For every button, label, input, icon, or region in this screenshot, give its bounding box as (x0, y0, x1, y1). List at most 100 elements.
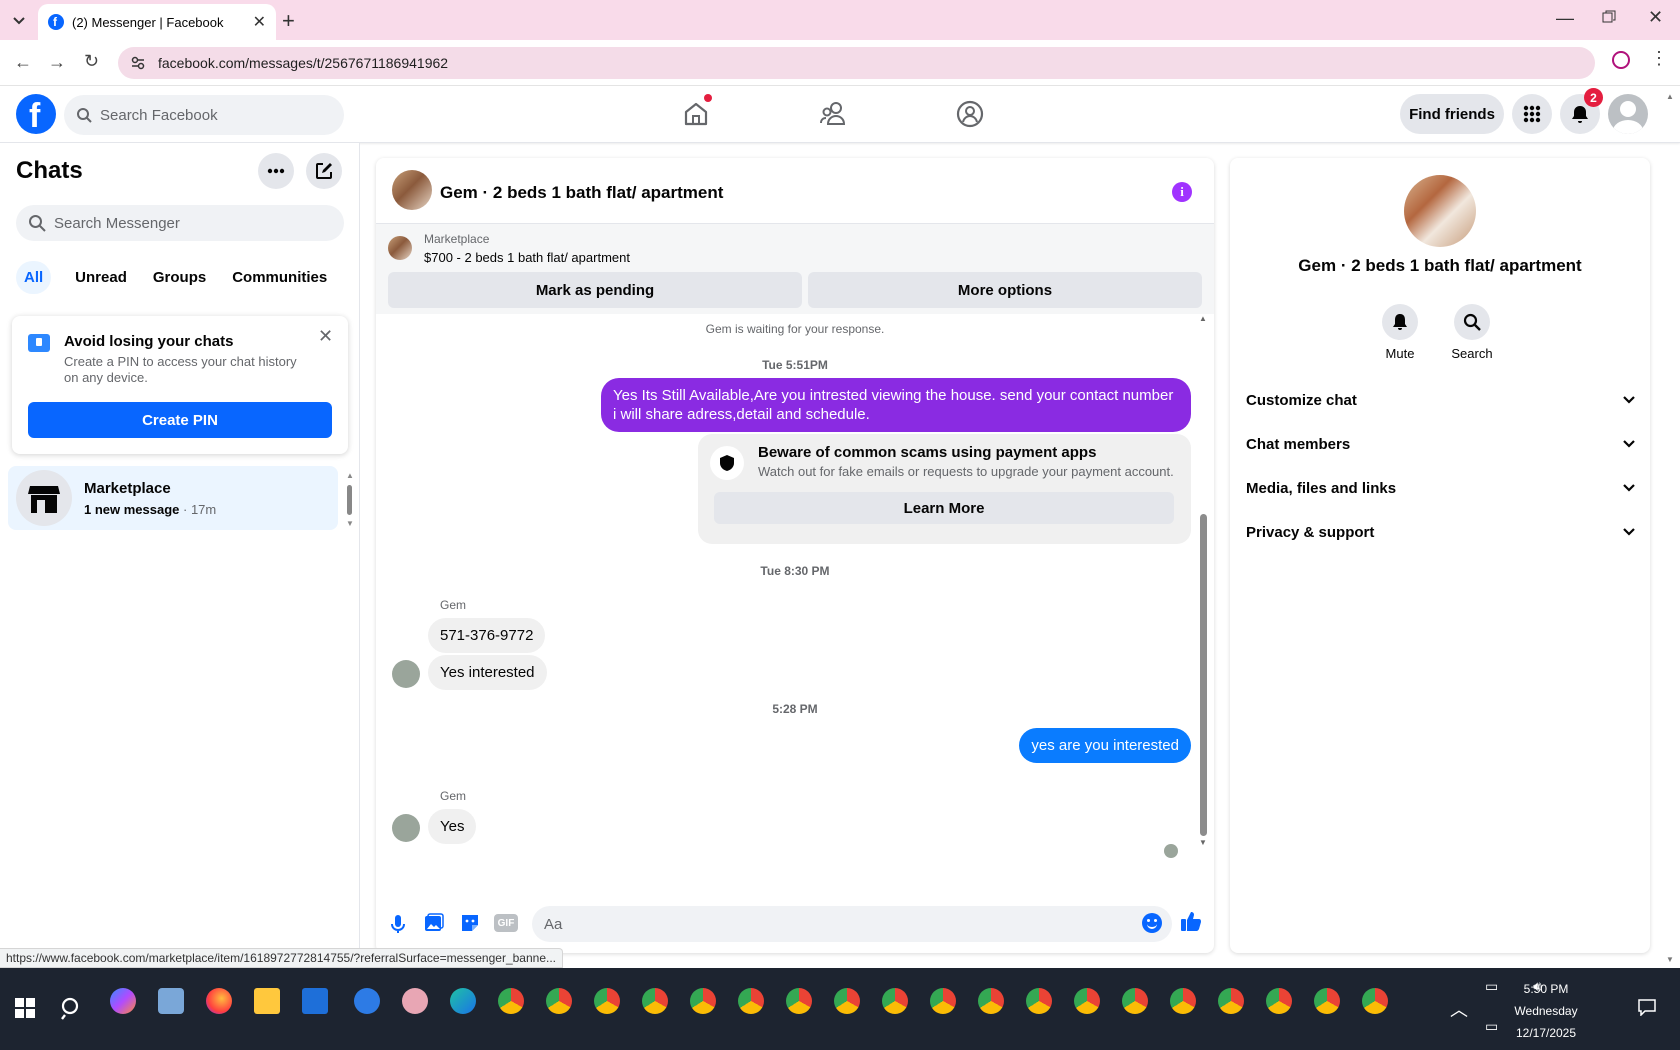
filter-groups[interactable]: Groups (141, 261, 218, 294)
firefox-app-icon[interactable] (206, 988, 232, 1014)
chrome-app-icon[interactable] (1218, 988, 1244, 1014)
chrome-app-icon[interactable] (1074, 988, 1100, 1014)
chrome-app-icon[interactable] (1314, 988, 1340, 1014)
notepad-app-icon[interactable] (158, 988, 184, 1014)
pin-card-close-icon[interactable]: ✕ (318, 326, 333, 347)
page-scroll-up-icon[interactable]: ▲ (1666, 92, 1674, 101)
chrome-app-icon[interactable] (498, 988, 524, 1014)
network-icon[interactable]: ▭ (1485, 1018, 1498, 1035)
chrome-app-icon[interactable] (690, 988, 716, 1014)
chat-list-scrollbar[interactable]: ▲ ▼ (346, 471, 354, 531)
friends-icon[interactable] (820, 100, 848, 128)
accordion-customize-chat[interactable]: Customize chat (1246, 380, 1636, 420)
notification-center-icon[interactable] (1638, 998, 1656, 1016)
copilot-app-icon[interactable] (110, 988, 136, 1014)
like-thumbs-up-icon[interactable] (1180, 910, 1202, 932)
volume-icon[interactable]: 🔊︎ (1533, 978, 1542, 995)
find-friends-button[interactable]: Find friends (1400, 94, 1504, 134)
conversation-info-icon[interactable]: i (1172, 182, 1192, 202)
message-incoming-3[interactable]: Yes (428, 809, 477, 844)
message-outgoing-2[interactable]: yes are you interested (1019, 728, 1191, 763)
sender-avatar[interactable] (392, 814, 420, 842)
message-incoming-2[interactable]: Yes interested (428, 655, 547, 690)
tab-close-icon[interactable]: ✕ (253, 12, 266, 32)
mark-as-pending-button[interactable]: Mark as pending (388, 272, 802, 308)
chrome-app-icon[interactable] (738, 988, 764, 1014)
more-options-button[interactable]: More options (808, 272, 1202, 308)
windows-start-icon[interactable] (15, 998, 35, 1018)
filter-all[interactable]: All (16, 261, 52, 294)
facebook-search-box[interactable]: Search Facebook (64, 95, 344, 135)
forward-icon[interactable]: → (48, 52, 66, 73)
chrome-app-icon[interactable] (594, 988, 620, 1014)
home-icon[interactable] (682, 94, 712, 128)
search-in-chat-icon[interactable] (1454, 304, 1490, 340)
new-message-icon[interactable] (306, 153, 342, 189)
meet-now-icon[interactable]: ▭ (1485, 978, 1498, 995)
site-info-icon[interactable] (130, 55, 146, 71)
chrome-app-icon[interactable] (1026, 988, 1052, 1014)
chrome-app-icon[interactable] (786, 988, 812, 1014)
chrome-app-icon[interactable] (546, 988, 572, 1014)
minimize-icon[interactable]: — (1556, 8, 1574, 29)
tab-search-chevron-icon[interactable] (10, 11, 28, 29)
notifications-bell-icon[interactable]: 2 (1560, 88, 1603, 134)
chat-list-item-marketplace[interactable]: Marketplace 1 new message · 17m (8, 466, 338, 530)
show-hidden-icons-chevron-icon[interactable]: ︿ (1450, 996, 1468, 1022)
filter-unread[interactable]: Unread (63, 261, 139, 294)
accordion-media-files-links[interactable]: Media, files and links (1246, 468, 1636, 508)
emoji-icon[interactable] (1142, 913, 1162, 933)
chrome-app-icon[interactable] (1362, 988, 1388, 1014)
profile-icon[interactable] (1612, 51, 1630, 69)
message-scrollbar[interactable]: ▲ ▼ (1199, 314, 1209, 854)
mail-app-icon[interactable] (302, 988, 328, 1014)
conversation-avatar[interactable] (392, 170, 432, 210)
accordion-chat-members[interactable]: Chat members (1246, 424, 1636, 464)
listing-thumbnail[interactable] (388, 236, 412, 260)
chrome-app-icon-active[interactable] (834, 988, 860, 1014)
new-tab-icon[interactable]: + (282, 8, 295, 34)
menu-grid-icon[interactable] (1512, 94, 1552, 134)
chrome-app-icon[interactable] (642, 988, 668, 1014)
create-pin-button[interactable]: Create PIN (28, 402, 332, 438)
message-input[interactable]: Aa (532, 906, 1172, 942)
sender-avatar[interactable] (392, 660, 420, 688)
sticker-icon[interactable] (460, 913, 480, 933)
listing-title[interactable]: $700 - 2 beds 1 bath flat/ apartment (424, 250, 630, 265)
browser-tab[interactable]: f (2) Messenger | Facebook ✕ (38, 4, 276, 40)
omnibox[interactable]: facebook.com/messages/t/2567671186941962 (118, 47, 1595, 79)
accordion-privacy-support[interactable]: Privacy & support (1246, 512, 1636, 552)
chats-options-icon[interactable] (258, 153, 294, 189)
conversation-title[interactable]: Gem · 2 beds 1 bath flat/ apartment (440, 183, 723, 203)
details-avatar[interactable] (1404, 175, 1476, 247)
learn-more-button[interactable]: Learn More (714, 492, 1174, 524)
paint-app-icon[interactable] (402, 988, 428, 1014)
facebook-logo-icon[interactable]: f (16, 94, 56, 135)
restore-icon[interactable] (1602, 10, 1616, 24)
chrome-app-icon[interactable] (978, 988, 1004, 1014)
chrome-app-icon[interactable] (1122, 988, 1148, 1014)
gif-icon[interactable]: GIF (494, 914, 518, 932)
message-incoming-1[interactable]: 571-376-9772 (428, 618, 546, 653)
close-window-icon[interactable]: ✕ (1648, 7, 1663, 28)
browser-menu-icon[interactable]: ⋮ (1650, 48, 1668, 69)
filter-communities[interactable]: Communities (220, 261, 339, 294)
phone-link-app-icon[interactable] (354, 988, 380, 1014)
microphone-icon[interactable] (390, 914, 406, 934)
page-scroll-down-icon[interactable]: ▼ (1666, 955, 1674, 964)
mute-bell-icon[interactable] (1382, 304, 1418, 340)
chrome-app-icon[interactable] (1266, 988, 1292, 1014)
chrome-app-icon[interactable] (930, 988, 956, 1014)
edge-app-icon[interactable] (450, 988, 476, 1014)
message-outgoing-1[interactable]: Yes Its Still Available,Are you intreste… (601, 378, 1191, 432)
chrome-app-icon[interactable] (882, 988, 908, 1014)
photo-icon[interactable] (424, 913, 444, 933)
taskbar-search-icon[interactable] (60, 996, 84, 1020)
account-avatar[interactable] (1608, 94, 1648, 134)
reload-icon[interactable]: ↻ (84, 51, 99, 72)
groups-icon[interactable] (956, 100, 984, 128)
file-explorer-app-icon[interactable] (254, 988, 280, 1014)
system-clock[interactable]: 5:50 PM Wednesday 12/17/2025 (1506, 978, 1586, 1044)
messenger-search-input[interactable]: Search Messenger (16, 205, 344, 241)
back-icon[interactable]: ← (14, 52, 32, 73)
